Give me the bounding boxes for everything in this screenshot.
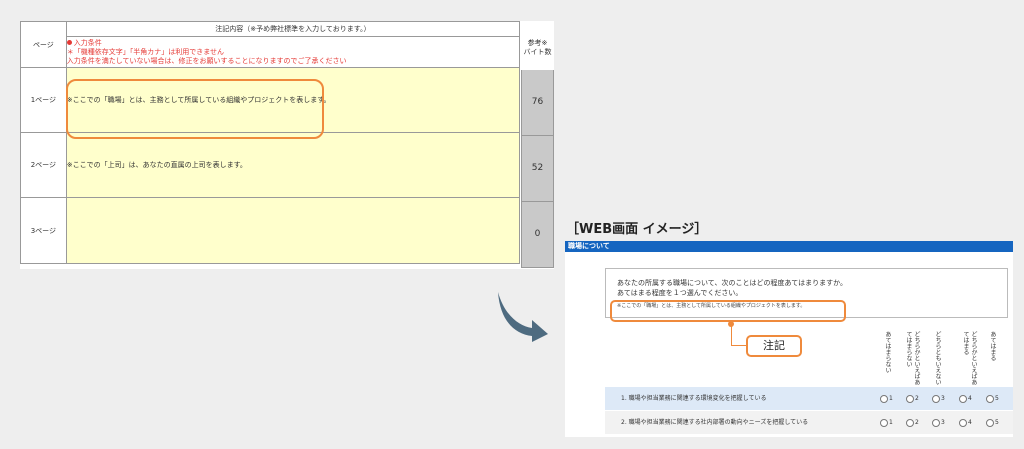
radio-label: 5 (995, 419, 999, 426)
radio-circle-icon (880, 394, 888, 403)
radio-label: 1 (889, 395, 893, 402)
radio-option[interactable]: 4 (959, 411, 972, 434)
sheet-highlight-frame (66, 79, 324, 139)
radio-label: 2 (915, 395, 919, 402)
note-callout: 注記 (746, 335, 802, 357)
radio-option[interactable]: 5 (986, 387, 999, 410)
radio-circle-icon (880, 418, 888, 427)
byte-count-header: 参考※ バイト数 (521, 21, 554, 70)
radio-option[interactable]: 4 (959, 387, 972, 410)
content-column-header: 注記内容（※予め弊社標準を入力しております。） (65, 21, 521, 37)
web-preview-title: ［WEB画面 イメージ］ (566, 222, 708, 237)
note-highlight-frame (610, 300, 846, 322)
section-bar: 職場について (565, 241, 1013, 252)
radio-option[interactable]: 2 (906, 411, 919, 434)
radio-label: 5 (995, 395, 999, 402)
radio-circle-icon (986, 418, 994, 427)
radio-label: 1 (889, 419, 893, 426)
conditions-line-1: ＊「機種依存文字」「半角カナ」は利用できません (66, 47, 225, 56)
byte-count-cell: 52 (521, 136, 554, 202)
question-item-text: 2. 職場や担当業務に関連する社内部署の動向やニーズを把握している (621, 419, 809, 426)
web-preview: 職場について あなたの所属する職場について、次のことはどの程度あてはまりますか。… (565, 241, 1013, 437)
byte-count-cell: 0 (521, 202, 554, 268)
row-page-label: 1ページ (20, 67, 67, 133)
scale-label: あてはまらない (884, 331, 891, 373)
question-line-2: あてはまる程度を１つ選んでください。 (617, 289, 743, 297)
radio-circle-icon (959, 394, 967, 403)
connector-line (731, 345, 746, 346)
conditions-title: 入力条件 (73, 38, 102, 47)
row-text-input[interactable] (65, 197, 521, 264)
connector-line (731, 323, 732, 345)
radio-option[interactable]: 3 (932, 411, 945, 434)
radio-option[interactable]: 5 (986, 411, 999, 434)
row-page-label: 2ページ (20, 132, 67, 198)
radio-option[interactable]: 1 (880, 387, 893, 410)
byte-header-line-2: バイト数 (523, 48, 552, 56)
radio-circle-icon (986, 394, 994, 403)
input-conditions: 入力条件 ＊「機種依存文字」「半角カナ」は利用できません 入力条件を満たしていな… (65, 36, 521, 68)
row-page-label: 3ページ (20, 197, 67, 264)
byte-header-line-1: 参考※ (527, 39, 548, 47)
page-column-header: ページ (20, 21, 67, 68)
question-item-row: 2. 職場や担当業務に関連する社内部署の動向やニーズを把握している 1 2 3 … (605, 411, 1013, 434)
question-line-1: あなたの所属する職場について、次のことはどの程度あてはまりますか。 (617, 279, 848, 287)
radio-circle-icon (959, 418, 967, 427)
scale-label: どちらかといえばあてはまる (962, 331, 977, 385)
radio-label: 4 (968, 395, 972, 402)
radio-circle-icon (906, 418, 914, 427)
scale-label: どちらかといえばあてはまらない (905, 331, 920, 385)
radio-label: 3 (941, 419, 945, 426)
bullet-icon (66, 40, 72, 45)
row-text-input[interactable]: ※ここでの「上司」は、あなたの直属の上司を表します。 (65, 132, 521, 198)
radio-label: 3 (941, 395, 945, 402)
byte-count-column: 参考※ バイト数 76 52 0 (521, 21, 554, 268)
radio-label: 4 (968, 419, 972, 426)
radio-option[interactable]: 3 (932, 387, 945, 410)
question-item-row: 1. 職場や担当業務に関連する環境変化を把握している 1 2 3 4 5 (605, 387, 1013, 410)
conditions-line-2: 入力条件を満たしていない場合は、修正をお願いすることになりますのでご了承ください (66, 56, 347, 65)
scale-label: あてはまる (989, 331, 996, 361)
question-item-text: 1. 職場や担当業務に関連する環境変化を把握している (621, 395, 767, 402)
radio-circle-icon (906, 394, 914, 403)
radio-option[interactable]: 1 (880, 411, 893, 434)
curved-arrow-icon (498, 292, 548, 342)
radio-circle-icon (932, 418, 940, 427)
radio-option[interactable]: 2 (906, 387, 919, 410)
radio-label: 2 (915, 419, 919, 426)
scale-label: どちらともいえない (934, 331, 941, 385)
spreadsheet: ページ 注記内容（※予め弊社標準を入力しております。） 入力条件 ＊「機種依存文… (20, 21, 554, 269)
byte-count-cell: 76 (521, 70, 554, 136)
annotation-table: ページ 注記内容（※予め弊社標準を入力しております。） 入力条件 ＊「機種依存文… (20, 21, 521, 264)
radio-circle-icon (932, 394, 940, 403)
